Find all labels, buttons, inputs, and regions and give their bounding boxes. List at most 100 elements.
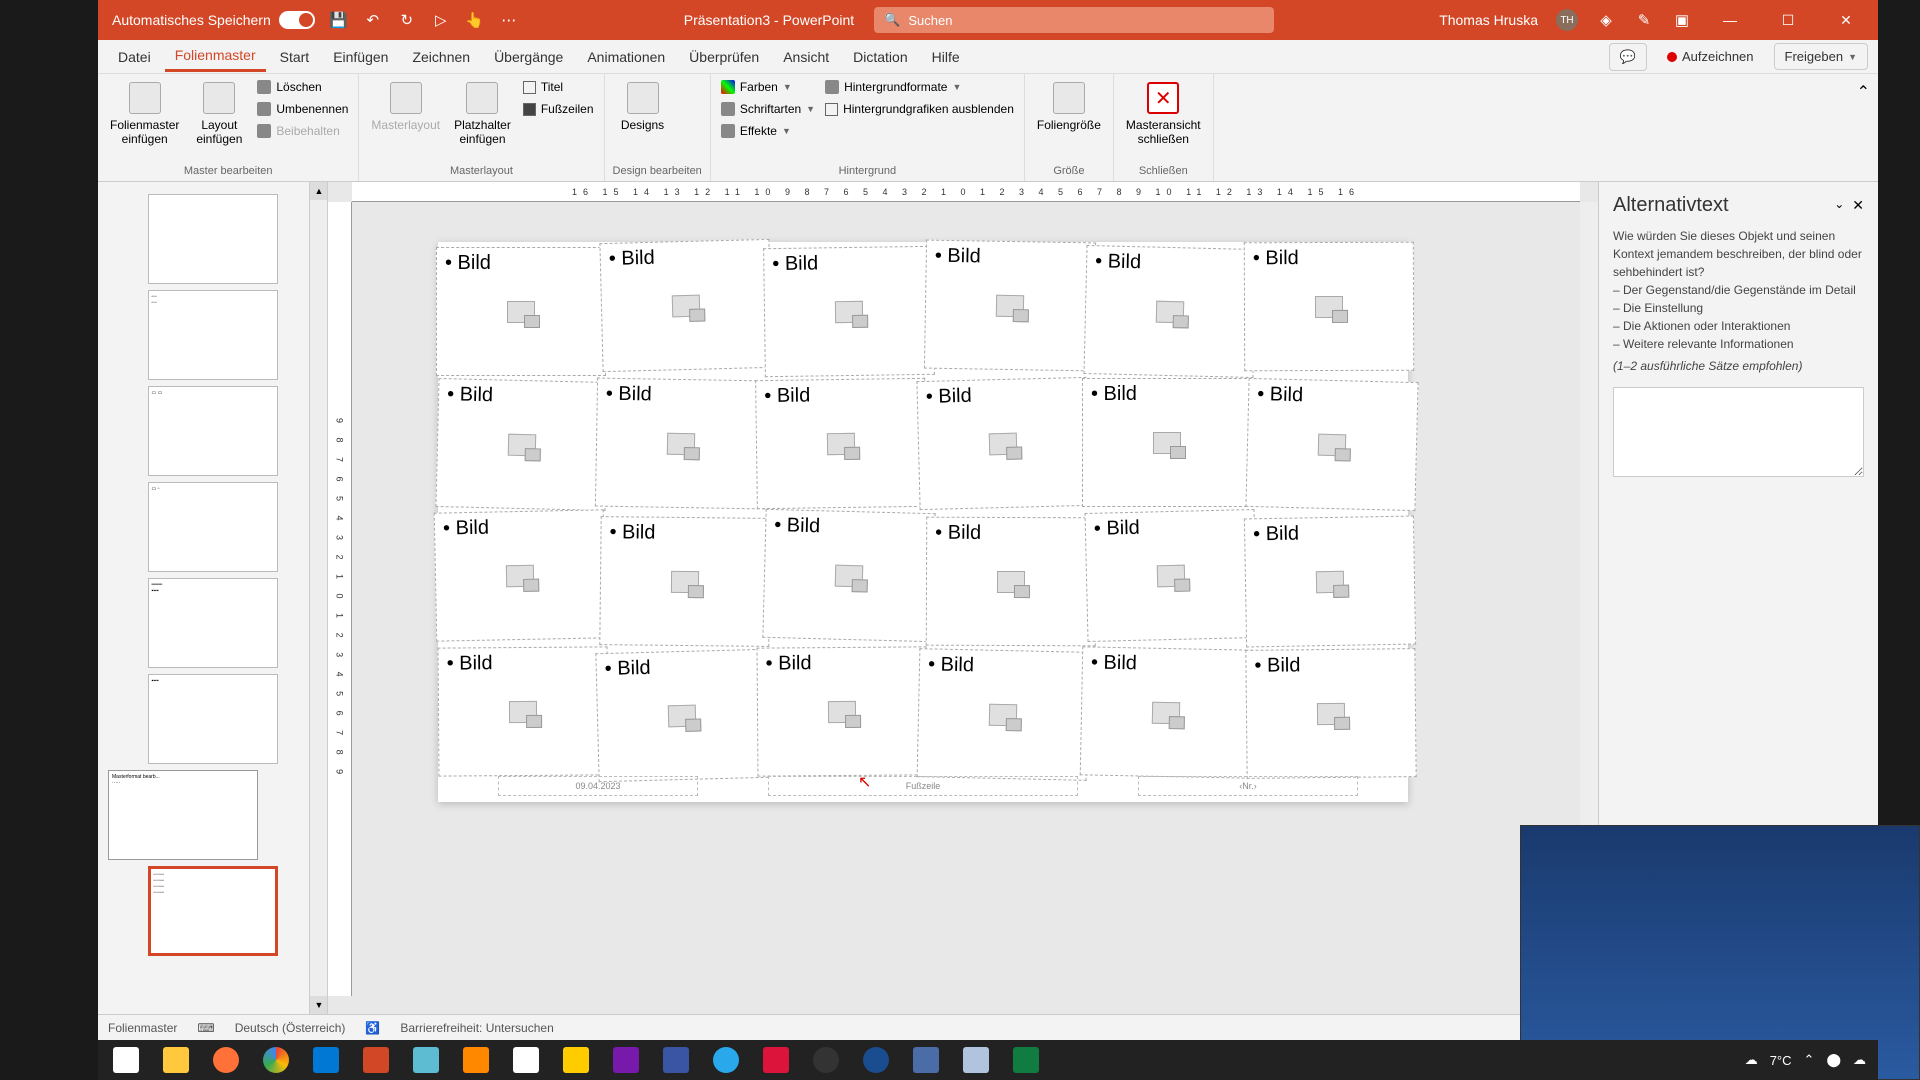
thumbnail-layout[interactable]: ═══▪▪▪▪ — [148, 578, 278, 668]
image-placeholder[interactable]: • Bild — [756, 647, 927, 777]
thumbnail-layout[interactable]: ▭ ▫ — [148, 482, 278, 572]
colors-button[interactable]: Farben▼ — [719, 78, 817, 96]
thumbnail-layout[interactable] — [148, 194, 278, 284]
close-button[interactable]: ✕ — [1826, 0, 1866, 40]
weather-icon[interactable]: ☁ — [1745, 1052, 1758, 1068]
powerpoint-icon[interactable] — [352, 1041, 400, 1079]
menu-animationen[interactable]: Animationen — [577, 43, 675, 71]
image-placeholder[interactable]: • Bild — [1085, 509, 1258, 642]
image-placeholder[interactable]: • Bild — [926, 517, 1097, 647]
chrome-icon[interactable] — [252, 1041, 300, 1079]
hide-bg-checkbox[interactable]: Hintergrundgrafiken ausblenden — [823, 100, 1016, 118]
autosave-toggle[interactable]: Automatisches Speichern — [112, 11, 315, 29]
thumbnail-master[interactable]: 2 Masterformat bearb...····· — [108, 770, 258, 860]
image-placeholder[interactable]: • Bild — [917, 648, 1090, 781]
scroll-up-icon[interactable]: ▲ — [310, 182, 328, 200]
slide-size-button[interactable]: Foliengröße — [1033, 78, 1105, 136]
menu-uebergaenge[interactable]: Übergänge — [484, 43, 573, 71]
status-lang-icon[interactable]: ⌨ — [197, 1021, 214, 1035]
footer-date[interactable]: 09.04.2023 — [498, 776, 698, 796]
image-placeholder[interactable]: • Bild — [1244, 516, 1416, 648]
tray-icon[interactable]: ☁ — [1853, 1052, 1866, 1068]
menu-dictation[interactable]: Dictation — [843, 43, 917, 71]
app-icon[interactable] — [852, 1041, 900, 1079]
obs-icon[interactable] — [802, 1041, 850, 1079]
menu-folienmaster[interactable]: Folienmaster — [165, 41, 266, 72]
status-access-icon[interactable]: ♿ — [365, 1021, 380, 1035]
insert-slidemaster-button[interactable]: Folienmaster einfügen — [106, 78, 183, 150]
image-placeholder[interactable]: • Bild — [1245, 649, 1416, 780]
menu-start[interactable]: Start — [270, 43, 320, 71]
toggle-switch[interactable] — [279, 11, 315, 29]
preserve-button[interactable]: Beibehalten — [255, 122, 350, 140]
menu-zeichnen[interactable]: Zeichnen — [402, 43, 480, 71]
image-placeholder[interactable]: • Bild — [595, 377, 767, 509]
close-panel-icon[interactable]: ✕ — [1852, 197, 1864, 214]
image-placeholder[interactable]: • Bild — [436, 247, 606, 376]
onenote-icon[interactable] — [602, 1041, 650, 1079]
image-placeholder[interactable]: • Bild — [435, 378, 608, 511]
alt-text-input[interactable] — [1613, 387, 1864, 477]
thumbnail-layout[interactable]: ▫▫▫▫▫▫ — [148, 290, 278, 380]
menu-ueberpruefen[interactable]: Überprüfen — [679, 43, 769, 71]
app-icon[interactable] — [402, 1041, 450, 1079]
image-placeholder[interactable]: • Bild — [434, 510, 607, 642]
status-accessibility[interactable]: Barrierefreiheit: Untersuchen — [400, 1021, 553, 1035]
save-icon[interactable]: 💾 — [329, 10, 349, 30]
collapse-ribbon-button[interactable]: ⌃ — [1849, 74, 1878, 181]
more-icon[interactable]: ⋯ — [499, 10, 519, 30]
image-placeholder[interactable]: • Bild — [1246, 378, 1419, 511]
slide-canvas[interactable]: • Bild• Bild• Bild• Bild• Bild• Bild• Bi… — [438, 242, 1408, 802]
rename-button[interactable]: Umbenennen — [255, 100, 350, 118]
fonts-button[interactable]: Schriftarten▼ — [719, 100, 817, 118]
undo-icon[interactable]: ↶ — [363, 10, 383, 30]
comment-button[interactable]: 💬 — [1609, 43, 1647, 71]
temperature[interactable]: 7°C — [1770, 1053, 1792, 1068]
bg-formats-button[interactable]: Hintergrundformate▼ — [823, 78, 1016, 96]
menu-hilfe[interactable]: Hilfe — [922, 43, 970, 71]
thumbnail-layout[interactable]: ▭ ▭ — [148, 386, 278, 476]
tray-chevron-icon[interactable]: ⌃ — [1804, 1052, 1815, 1068]
scroll-down-icon[interactable]: ▼ — [310, 996, 328, 1014]
diamond-icon[interactable]: ◈ — [1596, 10, 1616, 30]
search-box[interactable]: 🔍 Suchen — [874, 7, 1274, 33]
close-master-button[interactable]: ✕ Masteransicht schließen — [1122, 78, 1205, 150]
image-placeholder[interactable]: • Bild — [924, 240, 1096, 372]
app-icon[interactable] — [502, 1041, 550, 1079]
thumbnail-selected[interactable]: ▫▫▫▫▫▫▫▫▫▫▫▫▫▫▫▫▫▫▫▫▫▫▫▫ — [148, 866, 278, 956]
image-placeholder[interactable]: • Bild — [1082, 378, 1252, 507]
designs-button[interactable]: Designs — [613, 78, 673, 136]
app-icon[interactable] — [752, 1041, 800, 1079]
footer-text[interactable]: Fußzeile — [768, 776, 1078, 796]
image-placeholder[interactable]: • Bild — [1080, 646, 1253, 778]
image-placeholder[interactable]: • Bild — [599, 516, 770, 647]
from-beginning-icon[interactable]: ▷ — [431, 10, 451, 30]
app-icon[interactable] — [552, 1041, 600, 1079]
app-icon[interactable] — [902, 1041, 950, 1079]
thumbnail-layout[interactable]: ▪▪▪▪ — [148, 674, 278, 764]
redo-icon[interactable]: ↻ — [397, 10, 417, 30]
share-button[interactable]: Freigeben ▼ — [1774, 43, 1868, 70]
vlc-icon[interactable] — [452, 1041, 500, 1079]
tray-icon[interactable]: ⬤ — [1826, 1052, 1841, 1068]
menu-ansicht[interactable]: Ansicht — [773, 43, 839, 71]
visio-icon[interactable] — [652, 1041, 700, 1079]
insert-layout-button[interactable]: Layout einfügen — [189, 78, 249, 150]
image-placeholder[interactable]: • Bild — [1244, 241, 1414, 371]
status-language[interactable]: Deutsch (Österreich) — [235, 1021, 346, 1035]
explorer-icon[interactable] — [152, 1041, 200, 1079]
status-mode[interactable]: Folienmaster — [108, 1021, 177, 1035]
user-avatar[interactable]: TH — [1556, 9, 1578, 31]
collapse-panel-icon[interactable]: ⌄ — [1834, 197, 1844, 214]
window-icon[interactable]: ▣ — [1672, 10, 1692, 30]
image-placeholder[interactable]: • Bild — [763, 246, 935, 377]
image-placeholder[interactable]: • Bild — [755, 378, 927, 509]
telegram-icon[interactable] — [702, 1041, 750, 1079]
effects-button[interactable]: Effekte▼ — [719, 122, 817, 140]
touch-icon[interactable]: 👆 — [465, 10, 485, 30]
image-placeholder[interactable]: • Bild — [762, 509, 935, 642]
outlook-icon[interactable] — [302, 1041, 350, 1079]
menu-einfuegen[interactable]: Einfügen — [323, 43, 398, 71]
start-button[interactable] — [102, 1041, 150, 1079]
placeholder-button[interactable]: Platzhalter einfügen — [450, 78, 515, 150]
